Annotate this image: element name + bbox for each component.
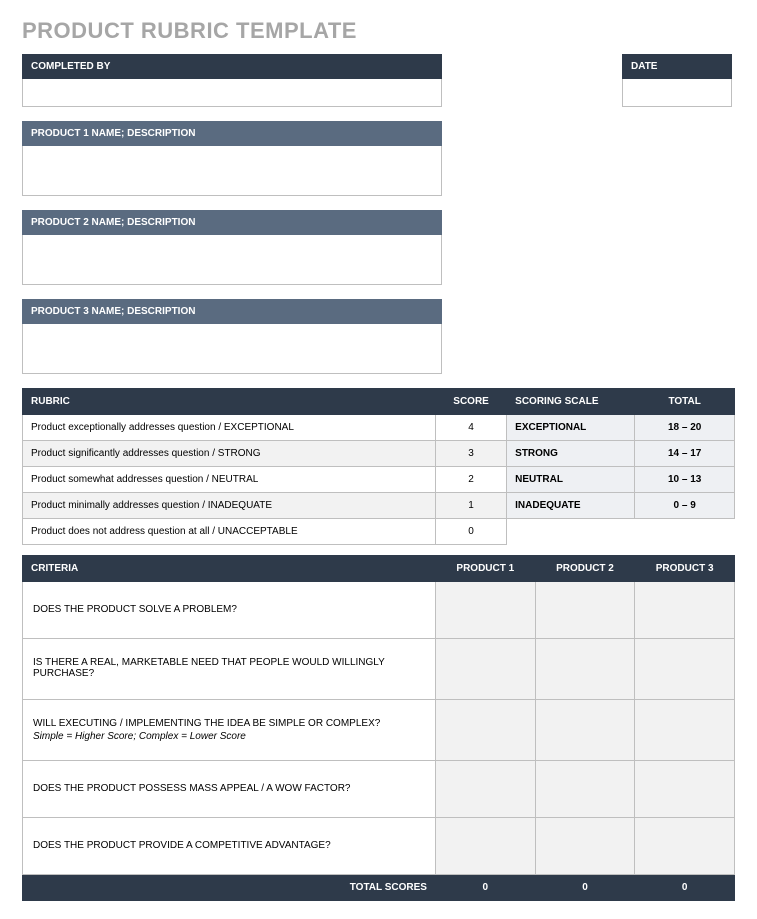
rubric-scale: NEUTRAL bbox=[507, 467, 635, 493]
table-row: WILL EXECUTING / IMPLEMENTING THE IDEA B… bbox=[23, 700, 735, 761]
score-input-p1[interactable] bbox=[436, 641, 535, 697]
rubric-total: 10 – 13 bbox=[635, 467, 735, 493]
score-input-p1[interactable] bbox=[436, 761, 535, 817]
rubric-scale: STRONG bbox=[507, 441, 635, 467]
table-row: Product does not address question at all… bbox=[23, 519, 735, 545]
criteria-main: IS THERE A REAL, MARKETABLE NEED THAT PE… bbox=[33, 657, 385, 679]
table-row: IS THERE A REAL, MARKETABLE NEED THAT PE… bbox=[23, 639, 735, 700]
table-row: Product exceptionally addresses question… bbox=[23, 415, 735, 441]
criteria-text: IS THERE A REAL, MARKETABLE NEED THAT PE… bbox=[23, 639, 436, 700]
criteria-main: DOES THE PRODUCT SOLVE A PROBLEM? bbox=[33, 604, 237, 615]
rubric-score: 1 bbox=[435, 493, 506, 519]
rubric-score: 3 bbox=[435, 441, 506, 467]
completed-by-field: COMPLETED BY bbox=[22, 54, 442, 107]
total-score-p1: 0 bbox=[435, 875, 535, 901]
criteria-text: DOES THE PRODUCT POSSESS MASS APPEAL / A… bbox=[23, 761, 436, 818]
rubric-score: 2 bbox=[435, 467, 506, 493]
criteria-table: CRITERIA PRODUCT 1 PRODUCT 2 PRODUCT 3 D… bbox=[22, 555, 735, 901]
completed-by-label: COMPLETED BY bbox=[22, 54, 442, 79]
criteria-main: WILL EXECUTING / IMPLEMENTING THE IDEA B… bbox=[33, 718, 380, 729]
date-input[interactable] bbox=[622, 79, 732, 107]
rubric-header-rubric: RUBRIC bbox=[23, 389, 436, 415]
criteria-sub: Simple = Higher Score; Complex = Lower S… bbox=[33, 731, 425, 742]
product-1-label: PRODUCT 1 NAME; DESCRIPTION bbox=[22, 121, 442, 146]
total-score-p2: 0 bbox=[535, 875, 635, 901]
rubric-total: 0 – 9 bbox=[635, 493, 735, 519]
table-row: DOES THE PRODUCT SOLVE A PROBLEM? bbox=[23, 582, 735, 639]
rubric-scale: EXCEPTIONAL bbox=[507, 415, 635, 441]
product-3-label: PRODUCT 3 NAME; DESCRIPTION bbox=[22, 299, 442, 324]
table-row: DOES THE PRODUCT POSSESS MASS APPEAL / A… bbox=[23, 761, 735, 818]
criteria-main: DOES THE PRODUCT POSSESS MASS APPEAL / A… bbox=[33, 783, 351, 794]
score-input-p3[interactable] bbox=[635, 582, 734, 638]
rubric-table: RUBRIC SCORE SCORING SCALE TOTAL Product… bbox=[22, 388, 735, 545]
product-2-field: PRODUCT 2 NAME; DESCRIPTION bbox=[22, 210, 442, 285]
product-2-input[interactable] bbox=[22, 235, 442, 285]
rubric-scale-empty bbox=[507, 519, 635, 545]
product-3-field: PRODUCT 3 NAME; DESCRIPTION bbox=[22, 299, 442, 374]
criteria-header-p1: PRODUCT 1 bbox=[435, 556, 535, 582]
rubric-total: 14 – 17 bbox=[635, 441, 735, 467]
rubric-scale: INADEQUATE bbox=[507, 493, 635, 519]
rubric-header-total: TOTAL bbox=[635, 389, 735, 415]
page-title: PRODUCT RUBRIC TEMPLATE bbox=[22, 18, 735, 44]
score-input-p2[interactable] bbox=[536, 641, 635, 697]
product-3-input[interactable] bbox=[22, 324, 442, 374]
product-1-input[interactable] bbox=[22, 146, 442, 196]
rubric-score: 0 bbox=[435, 519, 506, 545]
criteria-header-p3: PRODUCT 3 bbox=[635, 556, 735, 582]
total-score-p3: 0 bbox=[635, 875, 735, 901]
rubric-total: 18 – 20 bbox=[635, 415, 735, 441]
total-scores-label: TOTAL SCORES bbox=[23, 875, 436, 901]
score-input-p1[interactable] bbox=[436, 702, 535, 758]
rubric-score: 4 bbox=[435, 415, 506, 441]
date-field: DATE bbox=[622, 54, 732, 107]
score-input-p2[interactable] bbox=[536, 582, 635, 638]
rubric-desc: Product exceptionally addresses question… bbox=[23, 415, 436, 441]
rubric-header-score: SCORE bbox=[435, 389, 506, 415]
score-input-p3[interactable] bbox=[635, 641, 734, 697]
criteria-text: WILL EXECUTING / IMPLEMENTING THE IDEA B… bbox=[23, 700, 436, 761]
criteria-header-p2: PRODUCT 2 bbox=[535, 556, 635, 582]
rubric-desc: Product significantly addresses question… bbox=[23, 441, 436, 467]
criteria-text: DOES THE PRODUCT SOLVE A PROBLEM? bbox=[23, 582, 436, 639]
score-input-p3[interactable] bbox=[635, 702, 734, 758]
table-row: Product somewhat addresses question / NE… bbox=[23, 467, 735, 493]
rubric-desc: Product minimally addresses question / I… bbox=[23, 493, 436, 519]
date-label: DATE bbox=[622, 54, 732, 79]
score-input-p3[interactable] bbox=[635, 761, 734, 817]
rubric-header-scale: SCORING SCALE bbox=[507, 389, 635, 415]
rubric-total-empty bbox=[635, 519, 735, 545]
score-input-p2[interactable] bbox=[536, 702, 635, 758]
rubric-desc: Product does not address question at all… bbox=[23, 519, 436, 545]
table-row: Product minimally addresses question / I… bbox=[23, 493, 735, 519]
completed-by-input[interactable] bbox=[22, 79, 442, 107]
criteria-header: CRITERIA bbox=[23, 556, 436, 582]
rubric-desc: Product somewhat addresses question / NE… bbox=[23, 467, 436, 493]
product-2-label: PRODUCT 2 NAME; DESCRIPTION bbox=[22, 210, 442, 235]
criteria-main: DOES THE PRODUCT PROVIDE A COMPETITIVE A… bbox=[33, 840, 331, 851]
score-input-p1[interactable] bbox=[436, 582, 535, 638]
product-1-field: PRODUCT 1 NAME; DESCRIPTION bbox=[22, 121, 442, 196]
table-row: Product significantly addresses question… bbox=[23, 441, 735, 467]
score-input-p2[interactable] bbox=[536, 761, 635, 817]
